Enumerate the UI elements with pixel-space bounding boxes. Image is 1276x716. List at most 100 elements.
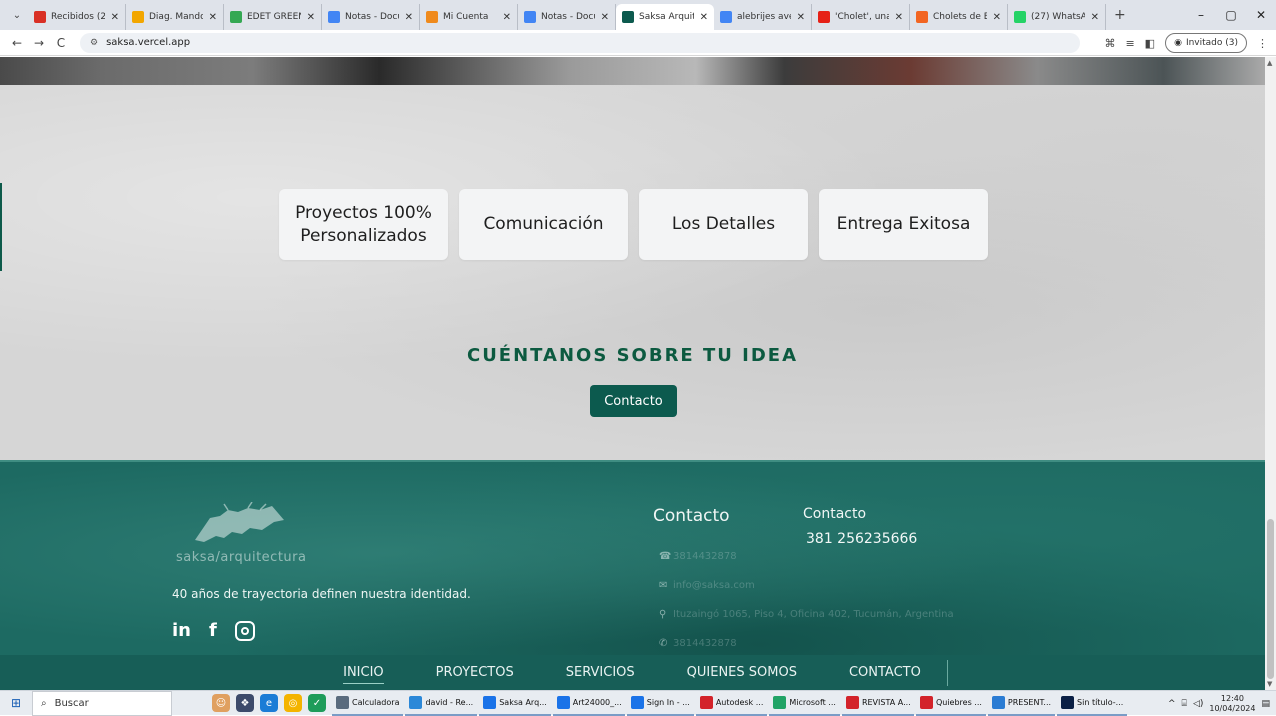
browser-tab[interactable]: Cholets de El A ✕ [910, 4, 1008, 30]
browser-tab[interactable]: (27) WhatsApp ✕ [1008, 4, 1106, 30]
tab-favicon-icon [818, 11, 830, 23]
feature-card: Proyectos 100% Personalizados [279, 189, 448, 260]
footer-nav-divider [946, 659, 948, 686]
ant-logo-icon [195, 502, 284, 542]
tab-close-icon[interactable]: ✕ [307, 12, 315, 23]
clock[interactable]: 12:40 10/04/2024 [1209, 694, 1255, 714]
linkedin-icon[interactable]: in [172, 620, 191, 641]
contact-item-text[interactable]: info@saksa.com [673, 580, 755, 591]
taskbar-app[interactable]: Autodesk ... [695, 691, 768, 716]
tab-title: Mi Cuenta [443, 12, 489, 22]
tab-close-icon[interactable]: ✕ [993, 12, 1001, 23]
taskbar-app[interactable]: Calculadora [332, 691, 404, 716]
reading-list-icon[interactable]: ≡ [1125, 37, 1134, 50]
tab-favicon-icon [328, 11, 340, 23]
widgets-icon[interactable]: ☺ [212, 694, 230, 712]
facebook-icon[interactable]: f [209, 620, 217, 641]
tab-favicon-icon [34, 11, 46, 23]
app-icon[interactable]: ❖ [236, 694, 254, 712]
network-icon[interactable]: ⌸ [1182, 699, 1187, 709]
contact-item-text[interactable]: 3814432878 [673, 551, 737, 562]
reload-button[interactable]: C [50, 36, 72, 50]
footer-nav-inicio[interactable]: INICIO [317, 665, 410, 684]
taskbar-app[interactable]: david - Re... [405, 691, 478, 716]
browser-tab[interactable]: EDET GREEN ✕ [224, 4, 322, 30]
taskbar-app[interactable]: Quiebres ... [915, 691, 986, 716]
tab-favicon-icon [524, 11, 536, 23]
taskbar-app[interactable]: Saksa Arq... [479, 691, 551, 716]
contact-item: ✆ 3814432878 [659, 629, 954, 658]
feature-cards: Proyectos 100% Personalizados Comunicaci… [279, 189, 988, 260]
contact-button[interactable]: Contacto [590, 385, 677, 417]
footer-nav-quienes-somos[interactable]: QUIENES SOMOS [661, 665, 823, 680]
minimize-button[interactable]: – [1186, 8, 1216, 22]
tab-close-icon[interactable]: ✕ [895, 12, 903, 23]
chrome-icon[interactable]: ◎ [284, 694, 302, 712]
volume-icon[interactable]: ◁) [1193, 699, 1203, 709]
scroll-up-icon[interactable]: ▲ [1267, 59, 1272, 67]
url-input[interactable]: ⚙ saksa.vercel.app [80, 32, 1080, 53]
back-button[interactable]: ← [6, 36, 28, 50]
start-button[interactable]: ⊞ [0, 691, 32, 716]
taskbar-app[interactable]: Sin título-... [1057, 691, 1128, 716]
more-menu-icon[interactable]: ⋮ [1257, 37, 1268, 50]
contact-item-text[interactable]: 3814432878 [673, 638, 737, 649]
edge-icon[interactable]: e [260, 694, 278, 712]
translate-icon[interactable]: ⌘ [1104, 37, 1115, 50]
tab-search-icon[interactable]: ⌄ [6, 4, 28, 26]
tab-close-icon[interactable]: ✕ [700, 12, 708, 23]
new-tab-button[interactable]: + [1114, 7, 1126, 23]
tab-close-icon[interactable]: ✕ [797, 12, 805, 23]
browser-tab[interactable]: Notas - Docum ✕ [518, 4, 616, 30]
side-panel-icon[interactable]: ◧ [1145, 37, 1155, 50]
contact-phone[interactable]: 381 256235666 [806, 531, 917, 547]
tab-title: Notas - Docum [541, 12, 595, 22]
location-icon: ⚲ [659, 609, 667, 620]
taskbar-app[interactable]: Sign In - ... [626, 691, 694, 716]
url-text: saksa.vercel.app [106, 37, 191, 48]
browser-tab[interactable]: Notas - Docum ✕ [322, 4, 420, 30]
profile-label: Invitado (3) [1185, 38, 1238, 48]
profile-button[interactable]: ◉ Invitado (3) [1165, 33, 1247, 53]
hero-image [0, 57, 1265, 85]
social-links: in f [172, 620, 255, 641]
browser-tab[interactable]: Diag. Mandoq ✕ [126, 4, 224, 30]
site-info-icon[interactable]: ⚙ [90, 38, 98, 48]
taskbar-search[interactable]: ⌕ Buscar [32, 690, 172, 716]
os-taskbar: ⊞ ⌕ Buscar ☺ ❖ e ◎ ✓ Calculadora david - … [0, 690, 1276, 716]
taskbar-app[interactable]: Microsoft ... [769, 691, 840, 716]
maximize-button[interactable]: ▢ [1216, 8, 1246, 22]
browser-tab[interactable]: Mi Cuenta ✕ [420, 4, 518, 30]
footer-nav-servicios[interactable]: SERVICIOS [540, 665, 661, 680]
tab-favicon-icon [916, 11, 928, 23]
tab-close-icon[interactable]: ✕ [111, 12, 119, 23]
browser-tab[interactable]: alebrijes aveni ✕ [714, 4, 812, 30]
forward-button[interactable]: → [28, 36, 50, 50]
taskbar-app[interactable]: PRESENT... [987, 691, 1056, 716]
tab-close-icon[interactable]: ✕ [503, 12, 511, 23]
tab-close-icon[interactable]: ✕ [405, 12, 413, 23]
taskbar-app-icon [1061, 695, 1075, 709]
tab-close-icon[interactable]: ✕ [1091, 12, 1099, 23]
notifications-icon[interactable]: ▤ [1261, 699, 1270, 709]
browser-tab[interactable]: Recibidos (2) ✕ [28, 4, 126, 30]
tab-close-icon[interactable]: ✕ [209, 12, 217, 23]
tab-close-icon[interactable]: ✕ [601, 12, 609, 23]
page-scrollbar[interactable]: ▲ ▼ [1265, 57, 1276, 690]
pinned-app-icon[interactable]: ✓ [308, 694, 326, 712]
instagram-icon[interactable] [234, 620, 255, 641]
taskbar-app[interactable]: Art24000_... [552, 691, 625, 716]
taskbar-app[interactable]: REVISTA A... [841, 691, 914, 716]
scroll-down-icon[interactable]: ▼ [1267, 680, 1272, 688]
contact-item-text[interactable]: Ituzaingó 1065, Piso 4, Oficina 402, Tuc… [673, 609, 954, 620]
browser-tab[interactable]: Saksa Arquitec ✕ [616, 4, 714, 30]
toolbar-right: ⌘ ≡ ◧ ◉ Invitado (3) ⋮ [1104, 33, 1268, 53]
taskbar-app-label: Microsoft ... [789, 697, 836, 707]
browser-tab[interactable]: 'Cholet', una m ✕ [812, 4, 910, 30]
footer-nav-proyectos[interactable]: PROYECTOS [410, 665, 540, 680]
chevron-up-icon[interactable]: ^ [1168, 699, 1176, 709]
tab-favicon-icon [230, 11, 242, 23]
footer-nav-contacto[interactable]: CONTACTO [823, 665, 947, 680]
scrollbar-thumb[interactable] [1267, 519, 1274, 679]
close-window-button[interactable]: ✕ [1246, 8, 1276, 22]
